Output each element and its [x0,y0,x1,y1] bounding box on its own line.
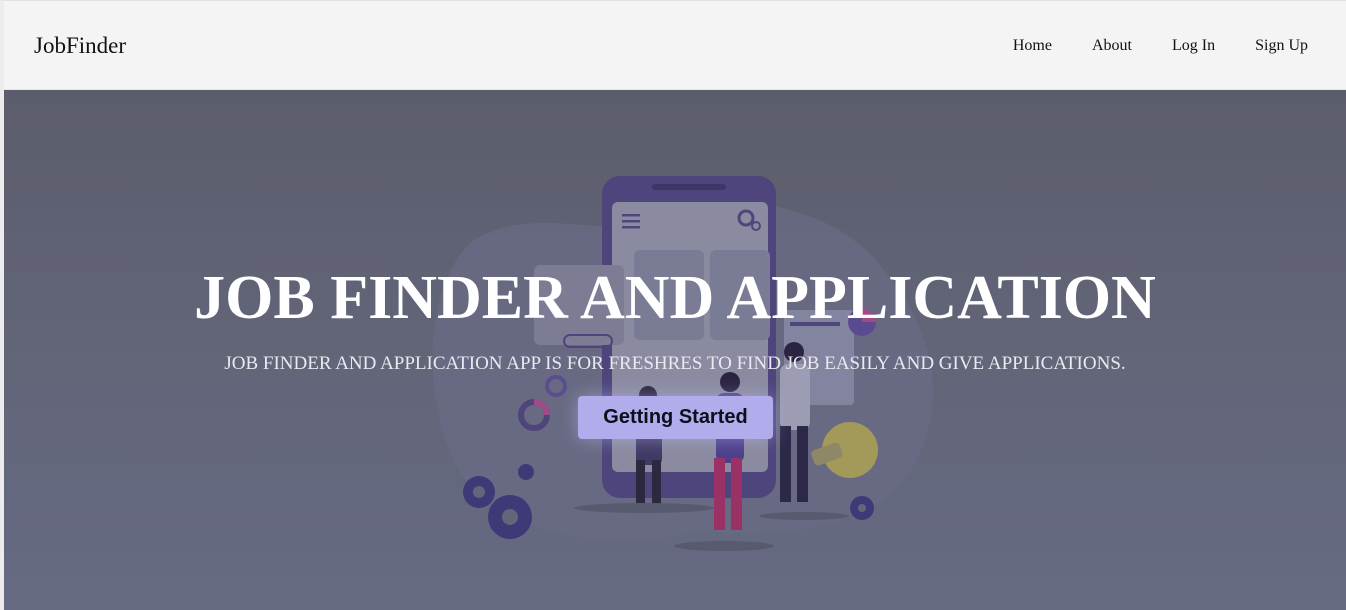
brand-logo[interactable]: JobFinder [34,32,126,60]
nav-login-link[interactable]: Log In [1172,36,1215,56]
hero-section: JOB FINDER AND APPLICATION JOB FINDER AN… [4,90,1346,610]
hero-content: JOB FINDER AND APPLICATION JOB FINDER AN… [4,90,1346,610]
nav-signup-link[interactable]: Sign Up [1255,36,1308,56]
nav-home-link[interactable]: Home [1013,36,1052,56]
page: JobFinder Home About Log In Sign Up JOB … [0,0,1346,610]
hero-subtitle: JOB FINDER AND APPLICATION APP IS FOR FR… [224,353,1126,374]
getting-started-button[interactable]: Getting Started [578,396,773,439]
hero-title: JOB FINDER AND APPLICATION [194,264,1156,332]
nav-about-link[interactable]: About [1092,36,1132,56]
nav-links: Home About Log In Sign Up [973,36,1308,56]
navbar: JobFinder Home About Log In Sign Up [4,1,1346,90]
